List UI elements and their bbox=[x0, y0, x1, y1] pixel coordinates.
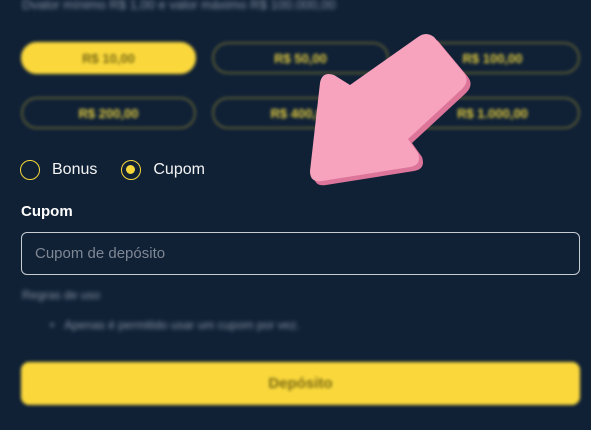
radio-bonus-indicator[interactable] bbox=[20, 160, 40, 180]
radio-cupom-indicator[interactable] bbox=[121, 160, 142, 180]
rules-item: Apenas é permitido usar um cupom por vez… bbox=[50, 318, 299, 332]
deposit-button[interactable]: Depósito bbox=[21, 362, 580, 405]
radio-cupom-label: Cupom bbox=[153, 161, 205, 178]
amount-option-10[interactable]: R$ 10,00 bbox=[21, 42, 196, 74]
arrow-down-left-icon bbox=[310, 34, 471, 186]
deposit-limits-text: Dvalor mínimo R$ 1,00 e valor máximo R$ … bbox=[22, 0, 336, 12]
radio-cupom[interactable]: Cupom bbox=[121, 160, 205, 180]
coupon-field-label: Cupom bbox=[21, 203, 73, 220]
rules-title: Regras de uso bbox=[22, 288, 101, 302]
deposit-type-radio-group: Bonus Cupom bbox=[20, 160, 229, 180]
coupon-input[interactable] bbox=[21, 232, 580, 275]
radio-bonus[interactable]: Bonus bbox=[20, 160, 97, 180]
radio-bonus-label: Bonus bbox=[52, 161, 98, 178]
amount-option-200[interactable]: R$ 200,00 bbox=[21, 97, 196, 129]
